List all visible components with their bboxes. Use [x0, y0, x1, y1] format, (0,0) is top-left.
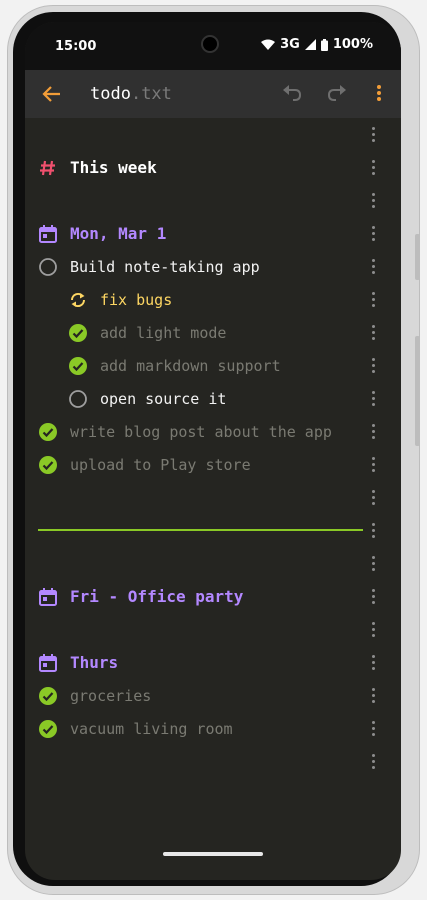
drag-menu-icon[interactable] [368, 619, 378, 639]
app-bar: todo.txt [25, 70, 401, 118]
blank-line[interactable] [25, 613, 401, 646]
volume-button [415, 234, 420, 280]
line-text: upload to Play store [70, 456, 251, 474]
calendar-icon [38, 653, 58, 673]
drag-menu-icon[interactable] [368, 388, 378, 408]
drag-menu-icon[interactable] [368, 355, 378, 375]
more-vert-icon[interactable] [375, 82, 383, 108]
done-line[interactable]: groceries [25, 679, 401, 712]
drag-menu-icon[interactable] [368, 520, 378, 540]
blank-line[interactable] [25, 481, 401, 514]
power-button [415, 336, 420, 446]
divider-line[interactable] [25, 514, 401, 547]
blank-line[interactable] [25, 118, 401, 151]
check-circle-icon[interactable] [68, 323, 88, 343]
drag-menu-icon[interactable] [368, 652, 378, 672]
drag-menu-icon[interactable] [368, 685, 378, 705]
drag-menu-icon[interactable] [368, 454, 378, 474]
line-text: Build note-taking app [70, 258, 260, 276]
drag-menu-icon[interactable] [368, 421, 378, 441]
drag-menu-icon[interactable] [368, 718, 378, 738]
redo-icon[interactable] [326, 84, 348, 108]
drag-menu-icon[interactable] [368, 124, 378, 144]
home-indicator[interactable] [163, 852, 263, 856]
file-name: todo [90, 84, 131, 104]
drag-menu-icon[interactable] [368, 190, 378, 210]
done-line[interactable]: vacuum living room [25, 712, 401, 745]
line-text: open source it [100, 390, 227, 408]
line-text: add light mode [100, 324, 227, 342]
undo-icon[interactable] [281, 84, 303, 108]
done-line[interactable]: add markdown support [25, 349, 401, 382]
drag-menu-icon[interactable] [368, 157, 378, 177]
line-text: groceries [70, 687, 152, 705]
front-camera [201, 35, 219, 53]
line-text: add markdown support [100, 357, 281, 375]
hash-icon [38, 158, 58, 178]
in-progress-line[interactable]: fix bugs [25, 283, 401, 316]
file-title: todo.txt [90, 84, 172, 104]
check-circle-icon[interactable] [38, 422, 58, 442]
signal-icon [304, 39, 316, 50]
status-time: 15:00 [55, 39, 97, 54]
day-line[interactable]: Fri - Office party [25, 580, 401, 613]
drag-menu-icon[interactable] [368, 256, 378, 276]
check-circle-icon[interactable] [68, 356, 88, 376]
check-circle-icon[interactable] [38, 455, 58, 475]
check-circle-icon[interactable] [38, 719, 58, 739]
line-text: write blog post about the app [70, 423, 332, 441]
drag-menu-icon[interactable] [368, 553, 378, 573]
todo-line[interactable]: open source it [25, 382, 401, 415]
drag-menu-icon[interactable] [368, 289, 378, 309]
heading-line[interactable]: This week [25, 151, 401, 184]
status-bar: 15:00 3G 100% [25, 22, 401, 70]
check-circle-icon[interactable] [38, 686, 58, 706]
line-text: Mon, Mar 1 [70, 224, 167, 243]
drag-menu-icon[interactable] [368, 487, 378, 507]
circle-outline-icon[interactable] [68, 389, 88, 409]
file-extension: .txt [130, 84, 172, 104]
done-line[interactable]: add light mode [25, 316, 401, 349]
network-type: 3G [280, 37, 300, 52]
calendar-icon [38, 587, 58, 607]
line-text: This week [70, 158, 157, 177]
arrow-left-icon[interactable] [41, 83, 63, 109]
blank-line[interactable] [25, 184, 401, 217]
line-text: fix bugs [100, 291, 173, 309]
todo-line[interactable]: Build note-taking app [25, 250, 401, 283]
sync-icon[interactable] [68, 290, 88, 310]
day-line[interactable]: Mon, Mar 1 [25, 217, 401, 250]
horizontal-rule [38, 529, 363, 531]
line-text: vacuum living room [70, 720, 233, 738]
status-icons: 3G 100% [261, 37, 373, 52]
blank-line[interactable] [25, 745, 401, 778]
circle-outline-icon[interactable] [38, 257, 58, 277]
drag-menu-icon[interactable] [368, 223, 378, 243]
editor-content: This week Mon, Mar 1 Build note-taking a… [25, 118, 401, 880]
done-line[interactable]: write blog post about the app [25, 415, 401, 448]
day-line[interactable]: Thurs [25, 646, 401, 679]
line-text: Thurs [70, 653, 119, 672]
battery-icon [320, 38, 328, 51]
blank-line[interactable] [25, 547, 401, 580]
drag-menu-icon[interactable] [368, 322, 378, 342]
done-line[interactable]: upload to Play store [25, 448, 401, 481]
screen: 15:00 3G 100% todo.txt This week Mon, Ma… [25, 22, 401, 880]
battery-level: 100% [332, 37, 373, 52]
drag-menu-icon[interactable] [368, 751, 378, 771]
calendar-icon [38, 224, 58, 244]
line-text: Fri - Office party [70, 587, 244, 606]
wifi-icon [261, 39, 276, 51]
drag-menu-icon[interactable] [368, 586, 378, 606]
